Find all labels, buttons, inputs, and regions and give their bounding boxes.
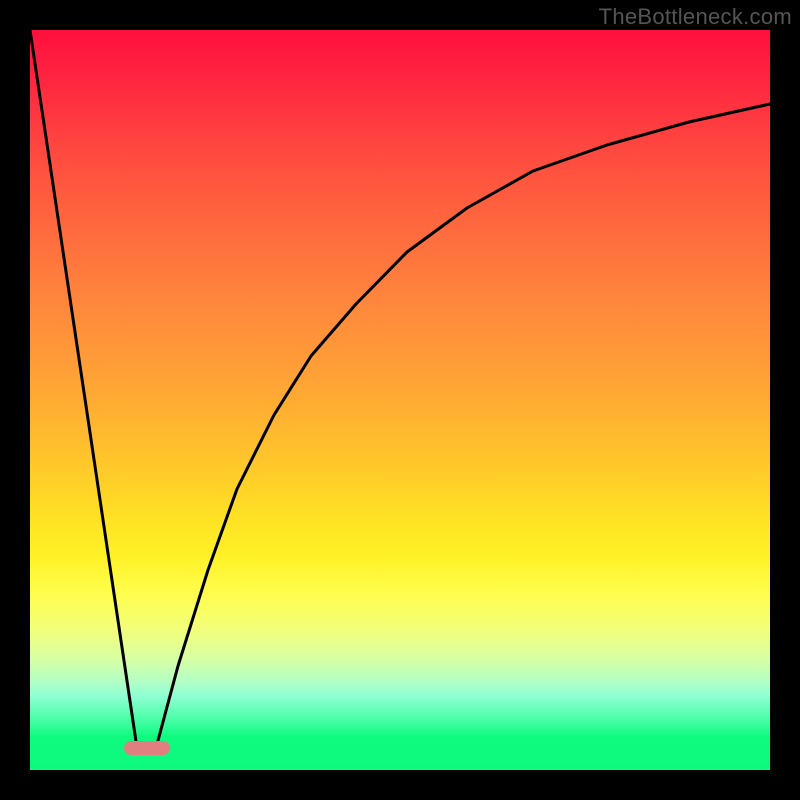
minimum-marker [124,741,170,755]
left-line-path [30,30,137,748]
right-curve-path [156,104,770,748]
plot-area [30,30,770,770]
chart-frame: TheBottleneck.com [0,0,800,800]
curve-layer [30,30,770,770]
watermark-text: TheBottleneck.com [599,4,792,30]
